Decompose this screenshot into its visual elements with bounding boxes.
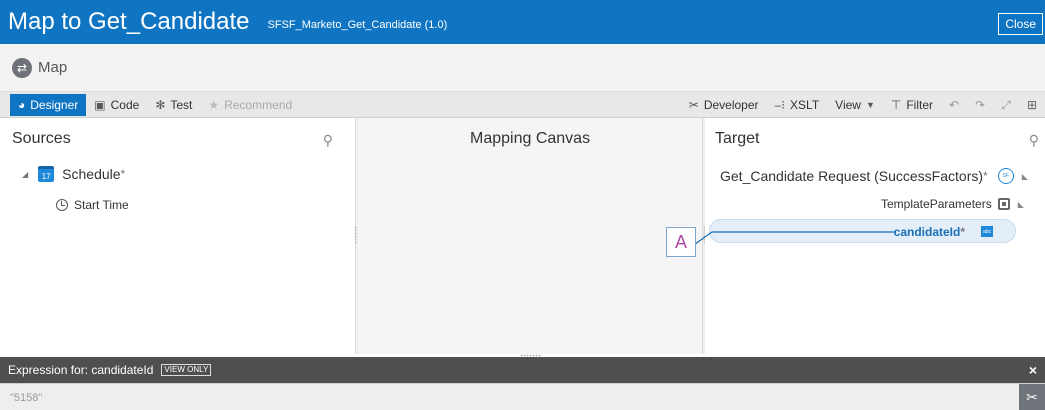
sources-panel: Sources ⚲ ◢ 17 Schedule * Start Time (0, 118, 356, 354)
map-icon: ⇄ (12, 57, 32, 78)
start-time-label: Start Time (74, 198, 129, 212)
integration-name: SFSF_Marketo_Get_Candidate (1.0) (267, 19, 448, 31)
target-title: Target (715, 130, 760, 147)
map-label: Map (38, 59, 68, 76)
calendar-icon: 17 (38, 166, 55, 182)
expand-icon[interactable]: ⤢ (993, 92, 1019, 118)
mapping-canvas[interactable]: Mapping Canvas (358, 118, 703, 354)
map-header: ⇄ Map (0, 44, 1045, 92)
xslt-label: XSLT (790, 98, 820, 112)
collapse-triangle-icon[interactable]: ◣ (1018, 200, 1024, 209)
collapse-triangle-icon[interactable]: ◢ (22, 170, 28, 179)
search-icon[interactable]: ⚲ (323, 132, 333, 149)
source-node-start-time[interactable]: Start Time (56, 198, 129, 212)
required-marker: * (120, 167, 126, 181)
filter-icon: ⊤ (890, 98, 902, 112)
xslt-button[interactable]: –⁝ XSLT (767, 92, 828, 118)
code-icon: ▣ (94, 97, 106, 112)
undo-icon[interactable]: ↶ (941, 92, 967, 118)
xslt-icon: –⁝ (774, 98, 786, 112)
candidateid-label: candidateId* (894, 225, 965, 239)
required-marker: * (983, 169, 988, 183)
star-icon: ★ (208, 97, 220, 112)
toolbar-right: ✂ Developer –⁝ XSLT View ▼ ⊤ Filter ↶ ↷ … (681, 92, 1045, 118)
request-label: Get_Candidate Request (SuccessFactors) (720, 168, 984, 184)
close-icon[interactable]: × (1029, 362, 1037, 378)
tools-icon: ✂ (688, 98, 699, 112)
expression-value: "5158" (10, 392, 43, 404)
candidateid-text: candidateId (893, 225, 961, 239)
target-node-candidateid[interactable]: candidateId* abc (709, 219, 1016, 243)
chevron-down-icon: ▼ (865, 100, 875, 110)
template-icon (997, 198, 1010, 210)
filter-label: Filter (906, 98, 933, 112)
close-button[interactable]: Close (998, 13, 1043, 35)
mapper-toolbar: ◕ Designer ▣ Code ✻ Test ★ Recommend ✂ D… (0, 92, 1045, 118)
tab-test-label: Test (170, 97, 193, 112)
tab-designer-label: Designer (30, 97, 79, 112)
expression-editor[interactable]: "5158" ✂ (0, 383, 1045, 410)
developer-label: Developer (703, 98, 759, 112)
expression-label: Expression for: candidateId (8, 363, 154, 377)
search-icon[interactable]: ⚲ (1029, 132, 1039, 149)
left-splitter-grip[interactable] (354, 226, 357, 244)
expression-header: Expression for: candidateId VIEW ONLY × (0, 357, 1045, 383)
clock-icon (56, 199, 68, 211)
tab-code-label: Code (110, 97, 140, 112)
successfactors-icon: SF (997, 168, 1014, 184)
developer-button[interactable]: ✂ Developer (681, 92, 767, 118)
tab-recommend-label: Recommend (224, 97, 293, 112)
function-symbol: A (674, 231, 687, 252)
tab-designer[interactable]: ◕ Designer (10, 93, 87, 116)
filter-button[interactable]: ⊤ Filter (883, 92, 941, 118)
sources-title: Sources (12, 130, 71, 147)
source-node-schedule[interactable]: ◢ 17 Schedule * (22, 166, 125, 182)
canvas-title: Mapping Canvas (470, 130, 591, 147)
tab-recommend[interactable]: ★ Recommend (200, 92, 300, 118)
designer-icon: ◕ (18, 97, 26, 112)
tab-code[interactable]: ▣ Code (86, 92, 147, 118)
template-params-label: TemplateParameters (881, 197, 992, 211)
view-only-badge: VIEW ONLY (161, 364, 212, 376)
panel-toggle-icon[interactable]: ⊞ (1019, 92, 1045, 118)
gear-icon: ✻ (155, 97, 166, 112)
schedule-label: Schedule (62, 166, 121, 182)
page-title: Map to Get_Candidate (8, 8, 250, 35)
view-label: View (835, 98, 861, 112)
function-node[interactable]: A (666, 227, 696, 257)
tab-test[interactable]: ✻ Test (147, 92, 200, 118)
target-node-request[interactable]: Get_Candidate Request (SuccessFactors) *… (720, 168, 1028, 184)
redo-icon[interactable]: ↷ (967, 92, 993, 118)
tools-icon[interactable]: ✂ (1019, 384, 1045, 410)
required-marker: * (960, 225, 965, 239)
target-node-template-parameters[interactable]: TemplateParameters ◣ (881, 197, 1024, 211)
collapse-triangle-icon[interactable]: ◣ (1022, 172, 1028, 181)
title-bar: Map to Get_Candidate SFSF_Marketo_Get_Ca… (0, 0, 1045, 44)
view-dropdown[interactable]: View ▼ (827, 92, 883, 118)
string-type-icon: abc (981, 226, 993, 237)
